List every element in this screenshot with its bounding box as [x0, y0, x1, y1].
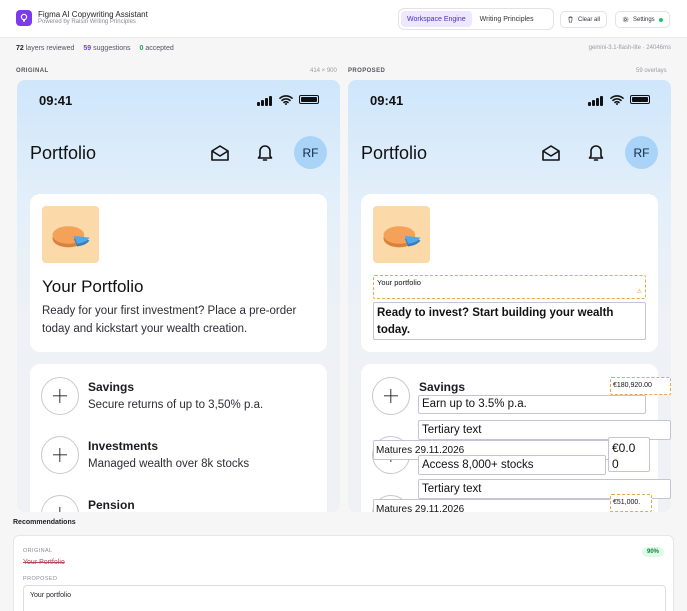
overlay-card-title[interactable]: Your portfolio ⚠: [373, 275, 646, 299]
confidence-badge: 90%: [641, 547, 664, 557]
portfolio-card: Your Portfolio Ready for your first inve…: [30, 194, 327, 352]
savings-title: Savings: [88, 380, 135, 394]
app-subtitle: Powered by Raisin Writing Principles: [38, 19, 136, 25]
recommendation-card[interactable]: ORIGINAL Your Portfolio 90% PROPOSED You…: [13, 535, 674, 611]
proposed-phone-preview: 09:41 Portfolio RF Your portfolio ⚠ Read…: [348, 80, 671, 512]
page-title: Portfolio: [361, 143, 428, 163]
original-column-label: ORIGINAL: [16, 68, 49, 74]
status-time: 09:41: [370, 93, 404, 108]
app-title: Figma AI Copywriting Assistant: [38, 10, 148, 19]
investments-subtitle: Managed wealth over 8k stocks: [88, 458, 250, 470]
bell-icon[interactable]: [588, 143, 604, 162]
add-pension-icon[interactable]: [41, 495, 79, 512]
wifi-icon: [610, 95, 624, 105]
gear-icon: [622, 16, 629, 23]
add-investments-icon[interactable]: [41, 436, 79, 474]
original-dimensions: 414 × 900: [310, 68, 337, 74]
pie-chart-icon: [373, 206, 430, 263]
pension-title: Pension: [88, 498, 135, 512]
app-header: Figma AI Copywriting Assistant Powered b…: [0, 0, 687, 38]
original-phone-preview: 09:41 Portfolio RF Your Portfolio Ready …: [17, 80, 340, 512]
settings-label: Settings: [633, 16, 655, 23]
original-value: Your Portfolio: [23, 559, 65, 566]
bell-icon[interactable]: [257, 143, 273, 162]
warning-icon: ⚠: [636, 289, 642, 295]
add-savings-icon[interactable]: [41, 377, 79, 415]
product-list-card: Savings Secure returns of up to 3,50% p.…: [30, 364, 327, 512]
page-title: Portfolio: [30, 143, 97, 163]
signal-icon: [588, 96, 603, 106]
avatar[interactable]: RF: [625, 136, 658, 169]
recommendations-heading: Recommendations: [13, 519, 76, 526]
wifi-icon: [279, 95, 293, 105]
overlay-maturity-date-2[interactable]: Matures 29.11.2026: [373, 499, 611, 512]
avatar[interactable]: RF: [294, 136, 327, 169]
status-dot: [658, 17, 663, 22]
pie-chart-icon: [42, 206, 99, 263]
battery-icon: [299, 95, 319, 104]
clear-all-button[interactable]: Clear all: [560, 11, 608, 28]
overlay-savings-subtitle[interactable]: Earn up to 3.5% p.a.: [418, 395, 646, 414]
proposed-key: PROPOSED: [23, 576, 58, 582]
layers-stat: 72 layers reviewed: [16, 45, 75, 52]
mail-icon[interactable]: [541, 144, 561, 162]
trash-icon: [568, 16, 573, 23]
add-savings-icon[interactable]: [372, 377, 410, 415]
overlay-pension-amount[interactable]: €51,000.: [610, 494, 652, 512]
battery-icon: [630, 95, 650, 104]
savings-title: Savings: [419, 380, 466, 394]
overlay-savings-amount[interactable]: €180,920.00: [610, 377, 671, 395]
accepted-stat: 0 accepted: [139, 45, 174, 52]
overlay-count: 59 overlays: [636, 68, 667, 74]
clear-all-label: Clear all: [578, 16, 601, 23]
overlay-investments-amount[interactable]: €0.0 0: [608, 437, 650, 472]
overlay-card-body[interactable]: Ready to invest? Start building your wea…: [373, 302, 646, 340]
portfolio-card: Your portfolio ⚠ Ready to invest? Start …: [361, 194, 658, 352]
savings-subtitle: Secure returns of up to 3,50% p.a.: [88, 399, 264, 411]
tab-writing-principles[interactable]: Writing Principles: [474, 11, 540, 27]
proposed-column-label: PROPOSED: [348, 68, 386, 74]
overlay-investments-subtitle[interactable]: Access 8,000+ stocks: [418, 455, 606, 475]
original-key: ORIGINAL: [23, 548, 53, 554]
mail-icon[interactable]: [210, 144, 230, 162]
tab-workspace-engine[interactable]: Workspace Engine: [401, 11, 472, 27]
investments-title: Investments: [88, 439, 159, 453]
overlay-title-text: Your portfolio: [377, 278, 421, 287]
model-info: gemini-3.1-flash-lite · 24046ms: [588, 45, 671, 51]
review-stats: 72 layers reviewed 59 suggestions 0 acce…: [16, 45, 174, 52]
status-time: 09:41: [39, 93, 73, 108]
card-title: Your Portfolio: [42, 277, 144, 296]
settings-button[interactable]: Settings: [615, 11, 670, 28]
proposed-text-field[interactable]: Your portfolio: [23, 585, 666, 611]
card-body: Ready for your first investment? Place a…: [42, 305, 297, 336]
app-logo-icon: [16, 10, 32, 26]
signal-icon: [257, 96, 272, 106]
suggestions-stat: 59 suggestions: [83, 45, 131, 52]
mode-tabs: Workspace Engine Writing Principles: [398, 8, 554, 30]
